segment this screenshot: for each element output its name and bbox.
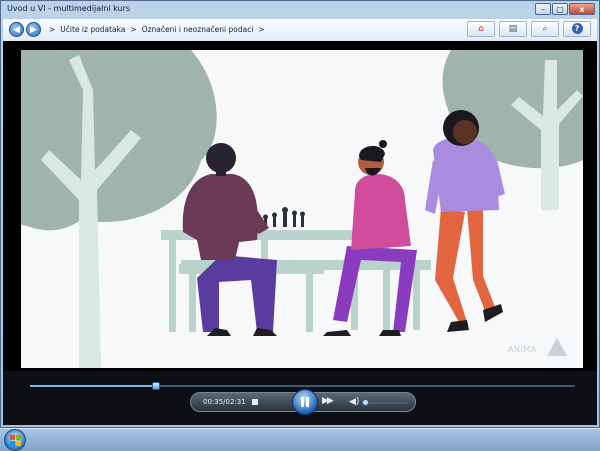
- help-button[interactable]: ?: [563, 21, 591, 37]
- breadcrumb-separator: >: [258, 25, 265, 34]
- home-button[interactable]: ⌂: [467, 21, 495, 37]
- volume-handle[interactable]: [362, 399, 370, 406]
- minimize-button[interactable]: –: [535, 3, 551, 15]
- close-button[interactable]: x: [569, 3, 595, 15]
- breadcrumb-item-learn-from-data[interactable]: Učite iz podataka: [60, 25, 125, 34]
- toolbar: ◀ ▶ > Učite iz podataka > Označeni i neo…: [3, 19, 597, 42]
- video-scene-illustration: [21, 50, 583, 368]
- player-controls: 00:35/02:31 ▶▶ ◀): [3, 371, 597, 425]
- breadcrumb-separator: >: [130, 25, 137, 34]
- breadcrumb: > Učite iz podataka > Označeni i neoznač…: [49, 25, 265, 34]
- fast-forward-button[interactable]: ▶▶: [322, 396, 334, 406]
- stop-button[interactable]: [252, 399, 258, 405]
- volume-icon[interactable]: ◀): [349, 397, 359, 407]
- arrow-right-icon: ▶: [30, 25, 37, 35]
- home-icon: ⌂: [478, 24, 484, 34]
- maximize-button[interactable]: ▢: [552, 3, 568, 15]
- window-title: Uvod u VI - multimedijalni kurs: [7, 4, 131, 13]
- print-icon: ▤: [508, 24, 518, 34]
- watermark-text: ANIMA: [508, 345, 537, 354]
- windows-logo-icon: [10, 435, 21, 446]
- breadcrumb-item-labeled-unlabeled[interactable]: Označeni i neoznačeni podaci: [142, 25, 254, 34]
- taskbar: [0, 428, 600, 451]
- title-bar: Uvod u VI - multimedijalni kurs – ▢ x: [1, 1, 599, 19]
- breadcrumb-separator: >: [49, 25, 56, 34]
- transport-bar: 00:35/02:31 ▶▶ ◀): [190, 389, 416, 415]
- search-icon: ⌕: [542, 24, 548, 34]
- video-frame: ANIMA: [3, 41, 597, 371]
- seek-handle[interactable]: [152, 382, 161, 390]
- window-controls: – ▢ x: [535, 3, 595, 15]
- help-icon: ?: [571, 23, 583, 34]
- seek-progress: [30, 385, 157, 387]
- forward-button[interactable]: ▶: [26, 22, 41, 37]
- back-button[interactable]: ◀: [9, 22, 24, 37]
- app-window: Uvod u VI - multimedijalni kurs – ▢ x ◀ …: [0, 0, 600, 428]
- video-canvas[interactable]: ANIMA: [21, 50, 583, 368]
- print-button[interactable]: ▤: [499, 21, 527, 37]
- pause-button[interactable]: [292, 389, 318, 415]
- time-display: 00:35/02:31: [203, 398, 246, 406]
- arrow-left-icon: ◀: [13, 25, 20, 35]
- search-button[interactable]: ⌕: [531, 21, 559, 37]
- seek-bar[interactable]: [30, 382, 575, 390]
- volume-slider[interactable]: [362, 399, 408, 406]
- start-button[interactable]: [4, 429, 26, 451]
